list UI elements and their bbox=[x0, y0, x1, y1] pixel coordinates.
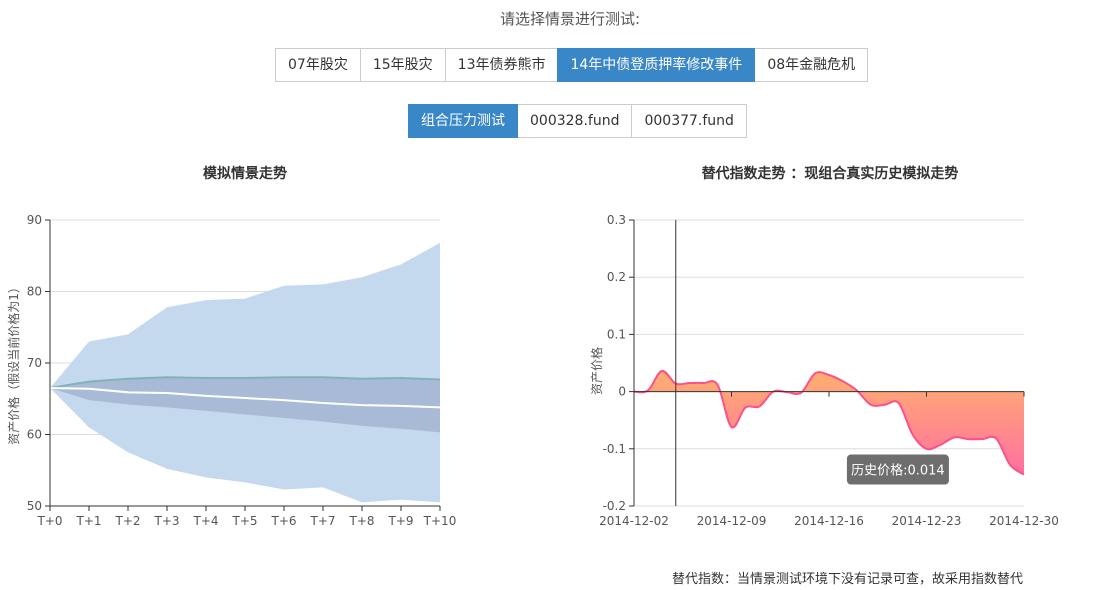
scenario-button-15-crash[interactable]: 15年股灾 bbox=[359, 48, 446, 82]
x-tick-label: T+6 bbox=[270, 514, 296, 528]
scenario-chart[interactable]: 50 60 70 80 90 T+0 T+1 T+2 T+3 T+4 T+5 T+6 T+7 T+8 T+9… bbox=[0, 200, 470, 540]
scenario-button-13-bond-bear[interactable]: 13年债券熊市 bbox=[444, 48, 559, 82]
y-axis-label: 资产价格（假设当前价格为1） bbox=[6, 281, 21, 445]
history-area bbox=[634, 370, 1024, 475]
fund-button-000377[interactable]: 000377.fund bbox=[631, 104, 747, 138]
scenario-button-14-pledge-event[interactable]: 14年中债登质押率修改事件 bbox=[557, 48, 756, 82]
scenario-button-08-crisis[interactable]: 08年金融危机 bbox=[754, 48, 869, 82]
fund-button-portfolio[interactable]: 组合压力测试 bbox=[408, 104, 518, 138]
x-tick-label: 2014-12-23 bbox=[892, 514, 962, 528]
outer-band-area bbox=[50, 242, 440, 503]
x-tick-label: 2014-12-02 bbox=[599, 514, 669, 528]
y-tick-label: -0.1 bbox=[603, 442, 626, 456]
x-tick-label: T+9 bbox=[387, 514, 413, 528]
y-tick-label: 0.3 bbox=[607, 213, 626, 227]
scenario-button-07-crash[interactable]: 07年股灾 bbox=[275, 48, 361, 82]
y-tick-label: 60 bbox=[27, 428, 42, 442]
x-tick-label: T+3 bbox=[153, 514, 179, 528]
y-tick-label: 0.2 bbox=[607, 270, 626, 284]
x-tick-label: 2014-12-09 bbox=[697, 514, 767, 528]
x-tick-label: T+7 bbox=[309, 514, 335, 528]
x-tick-label: T+5 bbox=[231, 514, 257, 528]
right-chart-title: 替代指数走势 ：现组合真实历史模拟走势 bbox=[701, 166, 959, 182]
y-tick-label: 0.1 bbox=[607, 327, 626, 341]
x-tick-label: 2014-12-30 bbox=[989, 514, 1059, 528]
y-tick-label: 50 bbox=[27, 499, 42, 513]
fund-button-group: 组合压力测试 000328.fund 000377.fund bbox=[408, 104, 747, 138]
history-chart[interactable]: -0.2 -0.1 0 0.1 0.2 0.3 2014-12-02 2014-12-09 20… bbox=[580, 200, 1080, 540]
fund-button-000328[interactable]: 000328.fund bbox=[517, 104, 633, 138]
x-tick-label: T+4 bbox=[192, 514, 218, 528]
tooltip: 历史价格:0.014 bbox=[846, 454, 949, 485]
scenario-prompt: 请选择情景进行测试: bbox=[499, 10, 641, 28]
footnote: 替代指数：当情景测试环境下没有记录可查，故采用指数替代 bbox=[672, 572, 1024, 587]
x-tick-label: 2014-12-16 bbox=[794, 514, 864, 528]
scenario-button-group: 07年股灾 15年股灾 13年债券熊市 14年中债登质押率修改事件 08年金融危… bbox=[275, 48, 869, 82]
y-tick-label: -0.2 bbox=[603, 499, 626, 513]
x-tick-label: T+2 bbox=[114, 514, 140, 528]
y-tick-label: 90 bbox=[27, 213, 42, 227]
x-tick-label: T+8 bbox=[348, 514, 374, 528]
tooltip-text: 历史价格:0.014 bbox=[851, 463, 945, 479]
left-chart-title: 模拟情景走势 bbox=[203, 166, 287, 182]
x-tick-label: T+10 bbox=[423, 514, 457, 528]
x-tick-label: T+0 bbox=[36, 514, 62, 528]
y-axis-label: 资产价格 bbox=[589, 347, 604, 395]
y-tick-label: 80 bbox=[27, 285, 42, 299]
x-tick-label: T+1 bbox=[75, 514, 101, 528]
y-tick-label: 70 bbox=[27, 356, 42, 370]
y-tick-label: 0 bbox=[618, 385, 626, 399]
page: 请选择情景进行测试: 07年股灾 15年股灾 13年债券熊市 14年中债登质押率… bbox=[0, 0, 1114, 590]
